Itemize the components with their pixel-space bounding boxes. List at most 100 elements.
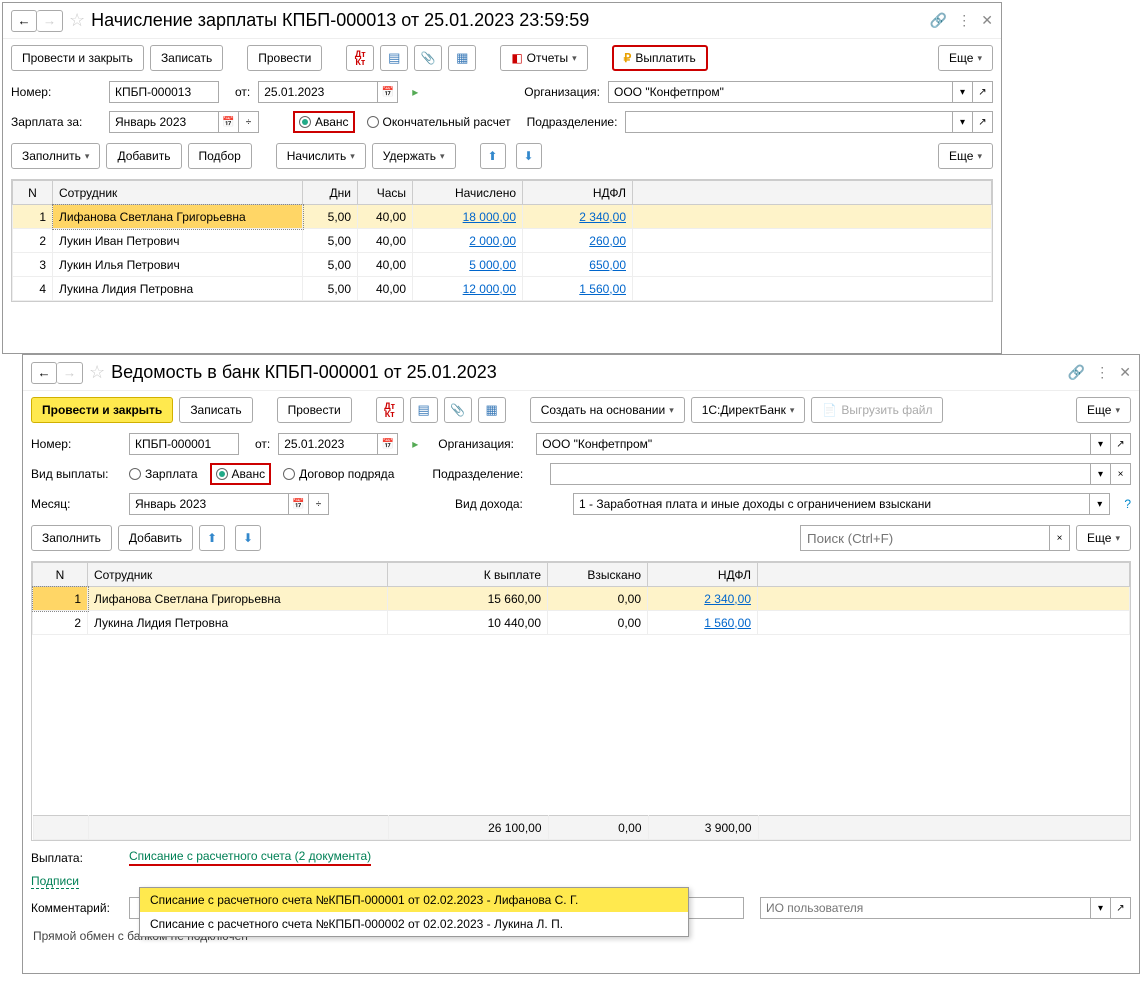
create-based-button[interactable]: Создать на основании▾ <box>530 397 685 423</box>
attach-button[interactable]: 📎 <box>444 397 472 423</box>
col-collected[interactable]: Взыскано <box>548 563 648 587</box>
col-accrued[interactable]: Начислено <box>413 181 523 205</box>
post-button[interactable]: Провести <box>247 45 322 71</box>
struct-button[interactable]: ▦ <box>448 45 476 71</box>
link-icon[interactable]: 🔗 <box>930 12 947 29</box>
search-clear-icon[interactable]: × <box>1050 525 1070 551</box>
more-icon[interactable]: ⋮ <box>957 12 971 29</box>
add-button[interactable]: Добавить <box>106 143 181 169</box>
save-button[interactable]: Записать <box>150 45 223 71</box>
subdiv-clear-icon[interactable]: × <box>1111 463 1131 485</box>
more-icon[interactable]: ⋮ <box>1095 364 1109 381</box>
month-input[interactable] <box>129 493 289 515</box>
search-input[interactable] <box>800 525 1050 551</box>
back-button[interactable]: ← <box>31 362 57 384</box>
post-close-button[interactable]: Провести и закрыть <box>31 397 173 423</box>
col-ndfl[interactable]: НДФЛ <box>648 563 758 587</box>
date-input[interactable] <box>258 81 378 103</box>
calendar-icon[interactable]: 📅 <box>378 433 398 455</box>
dropdown-item[interactable]: Списание с расчетного счета №КПБП-000001… <box>140 888 688 912</box>
doc-icon-button[interactable]: ▤ <box>380 45 408 71</box>
payout-link[interactable]: Списание с расчетного счета (2 документа… <box>129 849 371 866</box>
star-icon[interactable]: ☆ <box>89 362 105 383</box>
salary-period-input[interactable] <box>109 111 219 133</box>
add-button[interactable]: Добавить <box>118 525 193 551</box>
export-file-button[interactable]: 📄Выгрузить файл <box>811 397 943 423</box>
table-row[interactable]: 2 Лукин Иван Петрович 5,00 40,00 2 000,0… <box>13 229 992 253</box>
attach-button[interactable]: 📎 <box>414 45 442 71</box>
move-down-button[interactable]: ⬇ <box>235 525 261 551</box>
col-ndfl[interactable]: НДФЛ <box>523 181 633 205</box>
subdiv-dropdown-icon[interactable]: ▾ <box>1091 463 1111 485</box>
struct-button[interactable]: ▦ <box>478 397 506 423</box>
calendar-icon[interactable]: 📅 <box>378 81 398 103</box>
user-dropdown-icon[interactable]: ▾ <box>1091 897 1111 919</box>
forward-button[interactable]: → <box>57 362 83 384</box>
created-icon[interactable]: ▸ <box>412 85 418 99</box>
save-button[interactable]: Записать <box>179 397 252 423</box>
col-topay[interactable]: К выплате <box>388 563 548 587</box>
move-up-button[interactable]: ⬆ <box>480 143 506 169</box>
col-n[interactable]: N <box>33 563 88 587</box>
table-row[interactable]: 2 Лукина Лидия Петровна 10 440,00 0,00 1… <box>33 611 1130 635</box>
post-button[interactable]: Провести <box>277 397 352 423</box>
fill-button[interactable]: Заполнить <box>31 525 112 551</box>
dropdown-item[interactable]: Списание с расчетного счета №КПБП-000002… <box>140 912 688 936</box>
move-down-button[interactable]: ⬇ <box>516 143 542 169</box>
table-row[interactable]: 3 Лукин Илья Петрович 5,00 40,00 5 000,0… <box>13 253 992 277</box>
col-n[interactable]: N <box>13 181 53 205</box>
number-input[interactable] <box>129 433 239 455</box>
table-row[interactable]: 4 Лукина Лидия Петровна 5,00 40,00 12 00… <box>13 277 992 301</box>
doc-icon-button[interactable]: ▤ <box>410 397 438 423</box>
subdiv-dropdown-icon[interactable]: ▾ <box>953 111 973 133</box>
signatures-link[interactable]: Подписи <box>31 874 79 889</box>
subdiv-open-icon[interactable]: ↗ <box>973 111 993 133</box>
accrue-button[interactable]: Начислить▾ <box>276 143 366 169</box>
org-open-icon[interactable]: ↗ <box>973 81 993 103</box>
org-dropdown-icon[interactable]: ▾ <box>953 81 973 103</box>
month-cal-icon[interactable]: 📅 <box>289 493 309 515</box>
table-more-button[interactable]: Еще▾ <box>938 143 993 169</box>
income-input[interactable] <box>573 493 1090 515</box>
forward-button[interactable]: → <box>37 10 63 32</box>
close-icon[interactable]: ✕ <box>981 12 993 29</box>
month-spin-icon[interactable]: ÷ <box>309 493 329 515</box>
user-open-icon[interactable]: ↗ <box>1111 897 1131 919</box>
radio-salary[interactable]: Зарплата <box>129 467 198 481</box>
post-close-button[interactable]: Провести и закрыть <box>11 45 144 71</box>
period-cal-icon[interactable]: 📅 <box>219 111 239 133</box>
close-icon[interactable]: ✕ <box>1119 364 1131 381</box>
org-open-icon[interactable]: ↗ <box>1111 433 1131 455</box>
radio-final[interactable]: Окончательный расчет <box>367 115 511 129</box>
link-icon[interactable]: 🔗 <box>1068 364 1085 381</box>
col-hours[interactable]: Часы <box>358 181 413 205</box>
col-emp[interactable]: Сотрудник <box>53 181 303 205</box>
pick-button[interactable]: Подбор <box>188 143 252 169</box>
col-days[interactable]: Дни <box>303 181 358 205</box>
star-icon[interactable]: ☆ <box>69 10 85 31</box>
radio-advance[interactable]: Аванс <box>293 111 355 133</box>
user-input[interactable] <box>760 897 1091 919</box>
period-spin-icon[interactable]: ÷ <box>239 111 259 133</box>
move-up-button[interactable]: ⬆ <box>199 525 225 551</box>
subdiv-input[interactable] <box>625 111 953 133</box>
deduct-button[interactable]: Удержать▾ <box>372 143 456 169</box>
more-button[interactable]: Еще▾ <box>1076 397 1131 423</box>
radio-contract[interactable]: Договор подряда <box>283 467 394 481</box>
org-dropdown-icon[interactable]: ▾ <box>1091 433 1111 455</box>
table-more-button[interactable]: Еще▾ <box>1076 525 1131 551</box>
org-input[interactable] <box>536 433 1091 455</box>
created-icon[interactable]: ▸ <box>412 437 418 451</box>
radio-advance[interactable]: Аванс <box>210 463 272 485</box>
table-row[interactable]: 1 Лифанова Светлана Григорьевна 15 660,0… <box>33 587 1130 611</box>
reports-button[interactable]: ◧Отчеты▾ <box>500 45 587 71</box>
income-dropdown-icon[interactable]: ▾ <box>1090 493 1110 515</box>
pay-button[interactable]: ₽Выплатить <box>612 45 708 71</box>
directbank-button[interactable]: 1С:ДиректБанк▾ <box>691 397 806 423</box>
dtkt-button[interactable]: ДтКт <box>376 397 404 423</box>
back-button[interactable]: ← <box>11 10 37 32</box>
table-row[interactable]: 1 Лифанова Светлана Григорьевна 5,00 40,… <box>13 205 992 229</box>
help-icon[interactable]: ? <box>1124 497 1131 511</box>
more-button[interactable]: Еще▾ <box>938 45 993 71</box>
subdiv-input[interactable] <box>550 463 1091 485</box>
